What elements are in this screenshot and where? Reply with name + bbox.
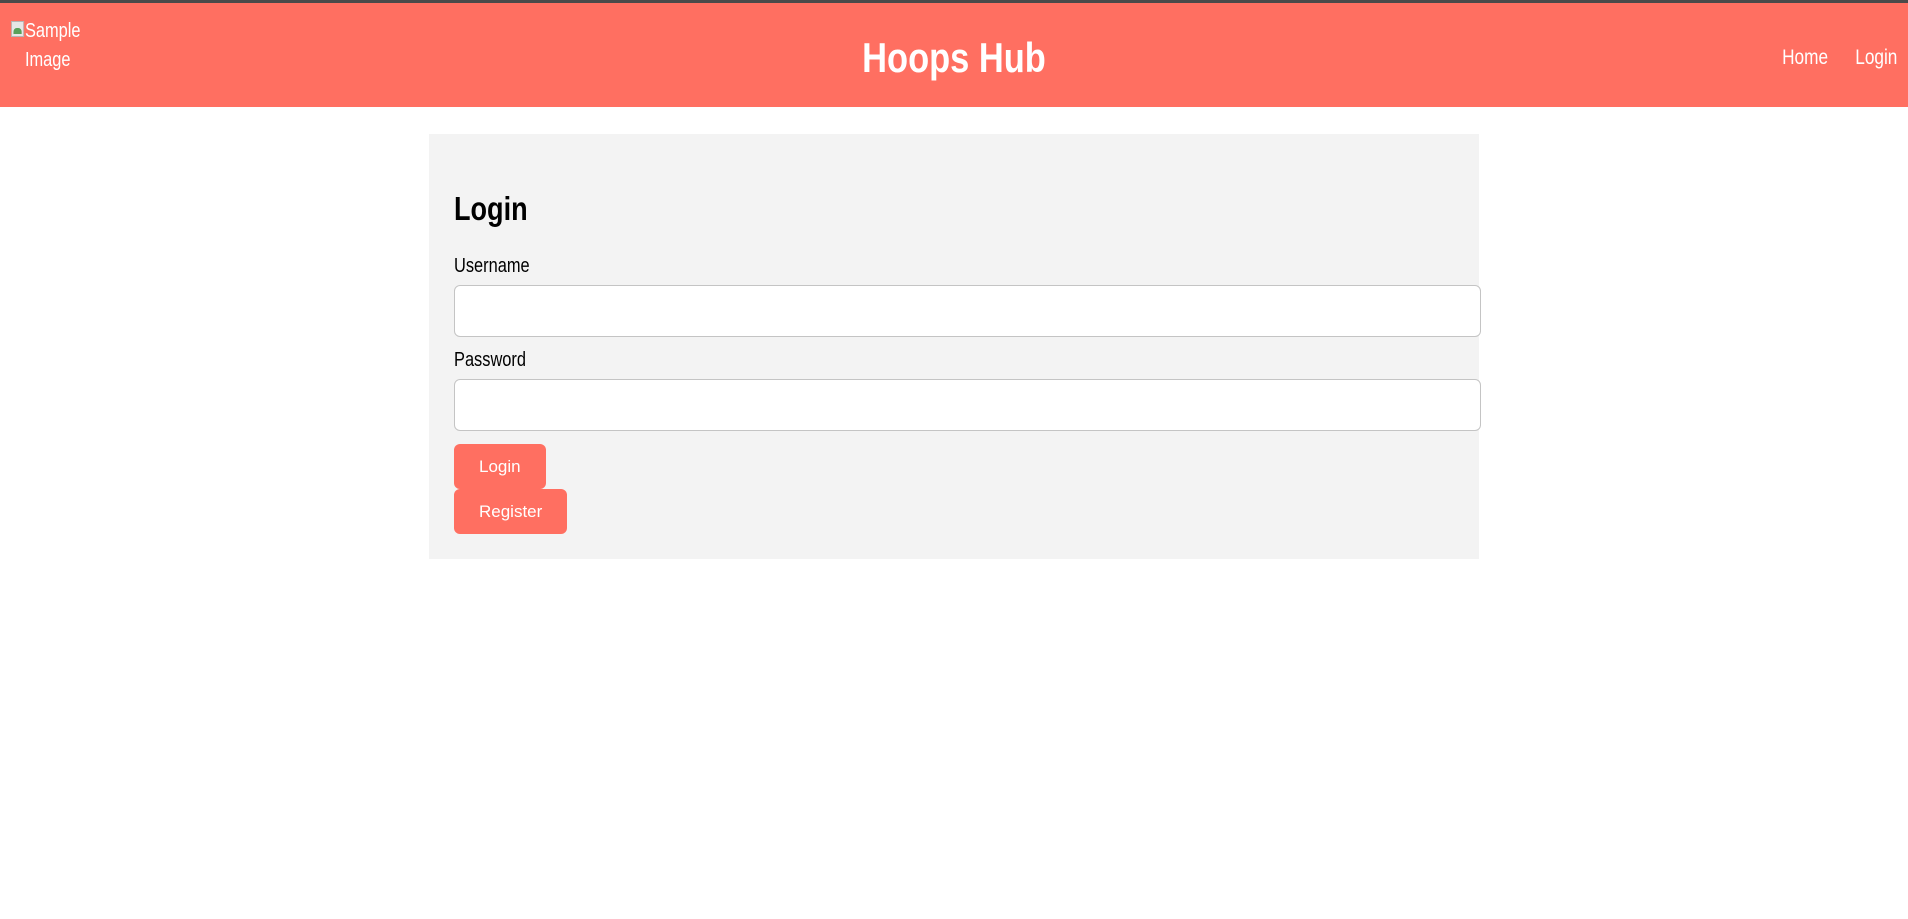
broken-image-icon [11, 21, 25, 37]
logo-alt-text: Sample Image [24, 20, 81, 71]
login-button[interactable]: Login [454, 444, 546, 489]
login-heading: Login [454, 190, 528, 227]
site-header: Sample Image Hoops Hub Home Login [0, 3, 1908, 107]
nav-link-login[interactable]: Login [1855, 43, 1897, 72]
main-nav: Home Login [1772, 43, 1897, 72]
nav-link-home[interactable]: Home [1782, 43, 1828, 72]
password-label: Password [454, 349, 527, 371]
login-card: Login Username Password Login Register [429, 134, 1481, 559]
register-button[interactable]: Register [454, 489, 568, 534]
site-logo[interactable]: Sample Image [11, 17, 81, 75]
password-input[interactable] [454, 379, 1481, 431]
page: Sample Image Hoops Hub Home Login Login … [0, 0, 1908, 919]
site-title: Hoops Hub [862, 34, 1046, 81]
username-label: Username [454, 255, 530, 277]
username-input[interactable] [454, 285, 1481, 337]
